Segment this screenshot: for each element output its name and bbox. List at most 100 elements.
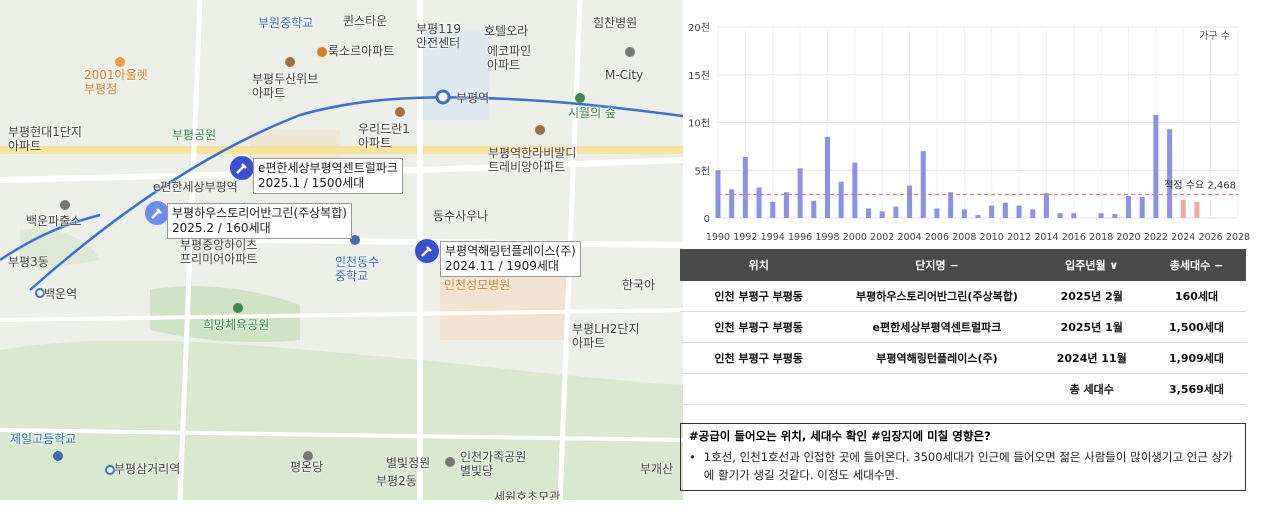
x-tick-label: 2018: [1089, 232, 1113, 243]
map-place-label[interactable]: 백운역: [44, 287, 77, 301]
cell-move-in: 2025년 2월: [1036, 281, 1148, 312]
map-place-label[interactable]: 부개산: [640, 462, 673, 476]
callout-name: 부평역해링턴플레이스(주): [445, 244, 576, 258]
map-place-label[interactable]: 한국아: [622, 278, 655, 292]
x-tick-label: 1996: [788, 232, 812, 243]
cell-households: 1,500세대: [1147, 311, 1246, 343]
map-place-label[interactable]: 부평역: [456, 91, 489, 105]
map-place-label[interactable]: 부평LH2단지 아파트: [572, 322, 640, 350]
bar: [948, 192, 954, 218]
bar: [907, 185, 913, 218]
cell-households: 160세대: [1147, 281, 1246, 312]
bar: [920, 151, 926, 218]
map-place-label[interactable]: 룩소르아파트: [328, 44, 394, 58]
map-place-label[interactable]: 동수사우나: [433, 209, 488, 223]
table-row[interactable]: 인천 부평구 부평동 부평하우스토리어반그린(주상복합) 2025년 2월 16…: [680, 281, 1246, 312]
map-place-label[interactable]: 평온당: [290, 460, 323, 474]
col-header-households[interactable]: 총세대수 −: [1147, 249, 1246, 281]
bar: [1167, 129, 1173, 218]
callout-name: e편한세상부평역센트럴파크: [258, 161, 398, 175]
table-row[interactable]: 인천 부평구 부평동 e편한세상부평역센트럴파크 2025년 1월 1,500세…: [680, 311, 1246, 343]
complex-callout[interactable]: 부평역해링턴플레이스(주) 2024.11 / 1909세대: [440, 241, 581, 277]
callout-detail: 2025.2 / 160세대: [172, 221, 271, 235]
callout-detail: 2025.1 / 1500세대: [258, 176, 365, 190]
cell-households: 1,909세대: [1147, 342, 1246, 374]
bar: [1139, 196, 1145, 218]
x-tick-label: 2022: [1144, 232, 1168, 243]
x-tick-label: 1994: [761, 232, 785, 243]
x-tick-label: 2006: [925, 232, 949, 243]
map-place-label[interactable]: 우리드란1 아파트: [358, 122, 410, 150]
bar: [1126, 196, 1132, 218]
memo-heading: #공급이 들어오는 위치, 세대수 확인 #임장지에 미칠 영향은?: [689, 429, 991, 443]
map-place-label[interactable]: M-City: [605, 68, 643, 82]
auction-marker-icon[interactable]: [229, 155, 255, 181]
map-place-label[interactable]: 별빛정원: [386, 456, 430, 470]
map-panel[interactable]: 부원중학교 퀸스타운부평119 안전센터 호텔오라 힘찬병원룩소르아파트 에코파인 아파…: [0, 0, 683, 500]
cell-complex: 부평하우스토리어반그린(주상복합): [837, 281, 1037, 312]
map-place-label[interactable]: 호텔오라: [484, 24, 528, 38]
map-place-label[interactable]: 인천성모병원: [444, 278, 510, 292]
bar: [729, 189, 735, 218]
bar: [1071, 213, 1077, 218]
bar: [1002, 202, 1008, 218]
map-place-label[interactable]: 퀸스타운: [343, 14, 387, 28]
col-header-complex[interactable]: 단지명 −: [837, 249, 1037, 281]
map-place-label[interactable]: 부평3동: [8, 255, 49, 269]
map-place-label[interactable]: 힘찬병원: [593, 16, 637, 30]
map-place-label[interactable]: 세원호초모관: [494, 490, 560, 500]
map-place-label[interactable]: 백운파출소: [26, 214, 81, 228]
x-tick-label: 2002: [870, 232, 894, 243]
complex-callout[interactable]: e편한세상부평역센트럴파크 2025.1 / 1500세대: [253, 158, 403, 194]
col-header-move-in[interactable]: 입주년월 ∨: [1036, 249, 1148, 281]
map-place-label[interactable]: 제일고등학교: [10, 432, 76, 446]
future-bar: [1180, 199, 1186, 218]
callout-detail: 2024.11 / 1909세대: [445, 259, 559, 273]
map-place-label[interactable]: 부평119 안전센터: [416, 22, 461, 50]
map-place-label[interactable]: 시월의 숲: [568, 106, 616, 120]
supply-chart: 0 5천 10천 15천 20천 1990 1992 1994 1996 1998 2000 2002…: [683, 0, 1264, 245]
bar: [1043, 193, 1049, 218]
map-place-label[interactable]: 부평공원: [172, 128, 216, 142]
x-tick-label: 2010: [980, 232, 1004, 243]
bar: [879, 211, 885, 218]
map-place-label[interactable]: 부평역한라비발디 트레비앙아파트: [488, 146, 576, 174]
x-tick-label: 2012: [1007, 232, 1031, 243]
complex-callout[interactable]: 부평하우스토리어반그린(주상복합) 2025.2 / 160세대: [167, 203, 352, 239]
map-place-label[interactable]: e편한세상부평역: [153, 180, 238, 194]
total-value: 3,569세대: [1147, 373, 1246, 405]
map-place-label[interactable]: 부평삼거리역: [114, 462, 180, 476]
bar: [1112, 214, 1118, 218]
cell-location: 인천 부평구 부평동: [680, 281, 838, 312]
map-place-label[interactable]: 부평2동: [376, 474, 417, 488]
memo-box: #공급이 들어오는 위치, 세대수 확인 #임장지에 미칠 영향은? • 1호선…: [680, 423, 1246, 491]
map-place-label[interactable]: 에코파인 아파트: [487, 44, 531, 72]
bar: [893, 206, 899, 218]
bar: [961, 209, 967, 218]
cell-complex: 부평역해링턴플레이스(주): [837, 342, 1037, 374]
map-place-label[interactable]: 부평중앙하이츠 프리미어아파트: [180, 238, 257, 266]
x-tick-label: 1992: [733, 232, 757, 243]
bar: [1098, 213, 1104, 218]
bar: [824, 136, 830, 218]
map-place-label[interactable]: 부원중학교: [258, 16, 313, 30]
bullet-icon: •: [689, 450, 696, 464]
cell-move-in: 2025년 1월: [1036, 311, 1148, 343]
table-row[interactable]: 인천 부평구 부평동 부평역해링턴플레이스(주) 2024년 11월 1,909…: [680, 342, 1246, 374]
bar: [934, 208, 940, 218]
cell-complex: e편한세상부평역센트럴파크: [837, 311, 1037, 343]
map-place-label[interactable]: 2001아울렛 부평점: [84, 68, 148, 96]
bar: [797, 168, 803, 218]
col-header-location[interactable]: 위치: [680, 249, 838, 281]
map-place-label[interactable]: 인천가족공원 별빛당: [460, 450, 526, 478]
bar: [1030, 209, 1036, 218]
map-place-label[interactable]: 부평두산위브 아파트: [252, 72, 318, 100]
map-place-label[interactable]: 인천동수 중학교: [335, 255, 379, 283]
bar: [1153, 114, 1159, 218]
bar: [975, 215, 981, 218]
map-place-label[interactable]: 부평현대1단지 아파트: [8, 125, 82, 153]
callout-name: 부평하우스토리어반그린(주상복합): [172, 206, 347, 220]
bar: [742, 156, 748, 218]
map-place-label[interactable]: 희망체육공원: [203, 318, 269, 332]
auction-marker-icon[interactable]: [414, 238, 440, 264]
